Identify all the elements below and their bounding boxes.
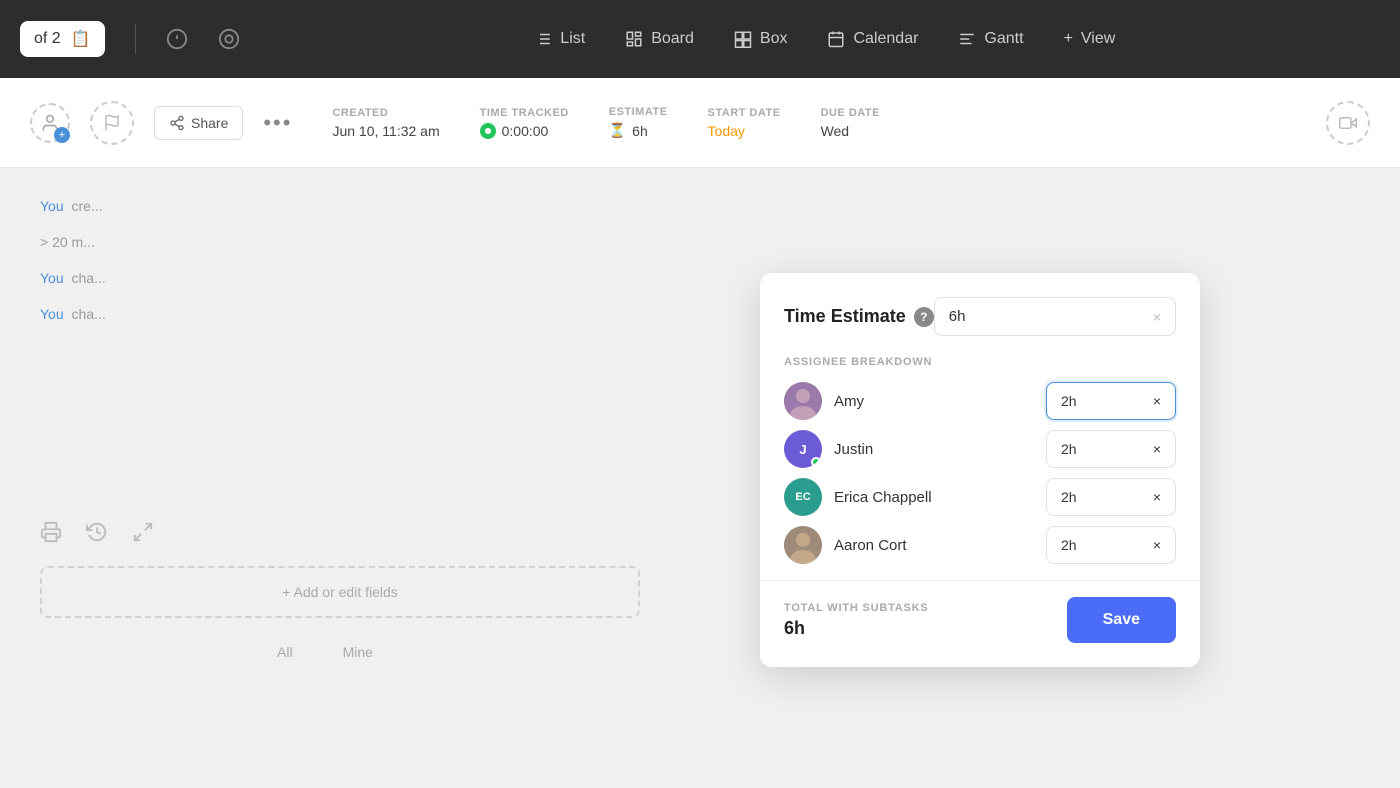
avatar-justin: J <box>784 430 822 468</box>
hourglass-icon: ⏳ <box>609 122 626 139</box>
assignee-row-aaron: Aaron Cort 2h × <box>784 526 1176 564</box>
meta-time-tracked[interactable]: TIME TRACKED 0:00:00 <box>480 107 569 139</box>
main-content: + Share ••• CREATED Jun 10, 11:32 am TIM… <box>0 78 1400 788</box>
nav-item-board[interactable]: Board <box>609 22 710 56</box>
bottom-tabs: All Mine <box>0 636 650 668</box>
estimate-value: ⏳ 6h <box>609 122 668 139</box>
nav-item-view-label: View <box>1081 30 1115 48</box>
help-icon[interactable]: ? <box>914 307 934 327</box>
nav-item-gantt-label: Gantt <box>984 30 1023 48</box>
activity-you: You <box>40 198 64 214</box>
avatar-plus-badge: + <box>54 127 70 143</box>
activity-text: cha... <box>68 306 106 322</box>
nav-divider <box>135 24 136 54</box>
due-date-label: DUE DATE <box>821 107 880 119</box>
time-tracked-value: 0:00:00 <box>480 123 569 139</box>
meta-due-date[interactable]: DUE DATE Wed <box>821 107 880 139</box>
nav-item-calendar-label: Calendar <box>853 30 918 48</box>
meta-start-date[interactable]: START DATE Today <box>708 107 781 139</box>
top-navigation: of 2 📋 List Board Box Calendar Gantt + <box>0 0 1400 78</box>
online-indicator-justin <box>811 457 821 467</box>
assignee-row-amy: Amy 2h × <box>784 382 1176 420</box>
meta-created: CREATED Jun 10, 11:32 am <box>332 107 439 139</box>
print-button[interactable] <box>40 521 62 548</box>
time-input-amy[interactable]: 2h × <box>1046 382 1176 420</box>
tab-mine[interactable]: Mine <box>343 636 373 668</box>
save-button[interactable]: Save <box>1067 597 1176 643</box>
popup-header: Time Estimate ? 6h × <box>784 297 1176 336</box>
expand-button[interactable] <box>132 521 154 548</box>
nav-item-gantt[interactable]: Gantt <box>942 22 1039 56</box>
nav-items: List Board Box Calendar Gantt + View <box>270 22 1380 56</box>
nav-item-board-label: Board <box>651 30 694 48</box>
total-section: TOTAL WITH SUBTASKS 6h <box>784 602 929 639</box>
time-tracked-label: TIME TRACKED <box>480 107 569 119</box>
assignee-row-justin: J Justin 2h × <box>784 430 1176 468</box>
clear-aaron[interactable]: × <box>1153 537 1161 553</box>
more-button[interactable]: ••• <box>263 110 292 136</box>
nav-item-box-label: Box <box>760 30 788 48</box>
created-label: CREATED <box>332 107 439 119</box>
time-tracked-dot <box>480 123 496 139</box>
nav-item-list-label: List <box>560 30 585 48</box>
toolbar: + Share ••• CREATED Jun 10, 11:32 am TIM… <box>0 78 1400 168</box>
main-time-input[interactable]: 6h × <box>934 297 1176 336</box>
assignee-name-aaron: Aaron Cort <box>834 537 1034 554</box>
bottom-action-icons <box>40 521 154 548</box>
due-date-value: Wed <box>821 123 880 139</box>
created-value: Jun 10, 11:32 am <box>332 123 439 139</box>
time-input-aaron[interactable]: 2h × <box>1046 526 1176 564</box>
time-input-erica[interactable]: 2h × <box>1046 478 1176 516</box>
popup-divider <box>760 580 1200 581</box>
activity-you: You <box>40 306 64 322</box>
clear-amy[interactable]: × <box>1153 393 1161 409</box>
nav-item-calendar[interactable]: Calendar <box>811 22 934 56</box>
flag-button[interactable] <box>90 101 134 145</box>
plus-icon: + <box>1064 30 1073 48</box>
add-edit-fields-button[interactable]: + Add or edit fields <box>40 566 640 618</box>
avatar-aaron <box>784 526 822 564</box>
nav-icon-pin[interactable] <box>166 28 188 50</box>
share-label: Share <box>191 115 228 131</box>
activity-you: You <box>40 270 64 286</box>
assignee-breakdown-label: ASSIGNEE BREAKDOWN <box>784 356 1176 368</box>
meta-estimate[interactable]: ESTIMATE ⏳ 6h <box>609 106 668 139</box>
page-indicator[interactable]: of 2 📋 <box>20 21 105 57</box>
assignee-name-erica: Erica Chappell <box>834 489 1034 506</box>
time-input-justin[interactable]: 2h × <box>1046 430 1176 468</box>
page-indicator-text: of 2 <box>34 30 61 48</box>
main-time-clear[interactable]: × <box>1153 309 1161 325</box>
start-date-label: START DATE <box>708 107 781 119</box>
assignee-name-amy: Amy <box>834 393 1034 410</box>
time-estimate-popup: Time Estimate ? 6h × ASSIGNEE BREAKDOWN … <box>760 273 1200 667</box>
start-date-value: Today <box>708 123 781 139</box>
activity-item: You cre... <box>40 198 1360 214</box>
assignee-row-erica: EC Erica Chappell 2h × <box>784 478 1176 516</box>
activity-text: > 20 m... <box>40 234 95 250</box>
nav-item-add-view[interactable]: + View <box>1048 22 1132 56</box>
history-button[interactable] <box>86 521 108 548</box>
activity-text: cha... <box>68 270 106 286</box>
tab-all[interactable]: All <box>277 636 293 668</box>
estimate-label: ESTIMATE <box>609 106 668 118</box>
popup-title: Time Estimate ? <box>784 306 934 327</box>
nav-item-list[interactable]: List <box>518 22 601 56</box>
assignee-name-justin: Justin <box>834 441 1034 458</box>
nav-item-box[interactable]: Box <box>718 22 804 56</box>
activity-text: cre... <box>68 198 103 214</box>
avatar-amy <box>784 382 822 420</box>
video-button[interactable] <box>1326 101 1370 145</box>
total-row: TOTAL WITH SUBTASKS 6h Save <box>784 597 1176 643</box>
assignee-avatar-add[interactable]: + <box>30 103 70 143</box>
total-value: 6h <box>784 618 929 639</box>
activity-item: > 20 m... <box>40 234 1360 250</box>
page-doc-icon: 📋 <box>71 29 91 49</box>
nav-icon-target[interactable] <box>218 28 240 50</box>
clear-justin[interactable]: × <box>1153 441 1161 457</box>
clear-erica[interactable]: × <box>1153 489 1161 505</box>
total-label: TOTAL WITH SUBTASKS <box>784 602 929 614</box>
toolbar-meta: CREATED Jun 10, 11:32 am TIME TRACKED 0:… <box>332 106 880 139</box>
avatar-erica: EC <box>784 478 822 516</box>
share-button[interactable]: Share <box>154 106 243 140</box>
